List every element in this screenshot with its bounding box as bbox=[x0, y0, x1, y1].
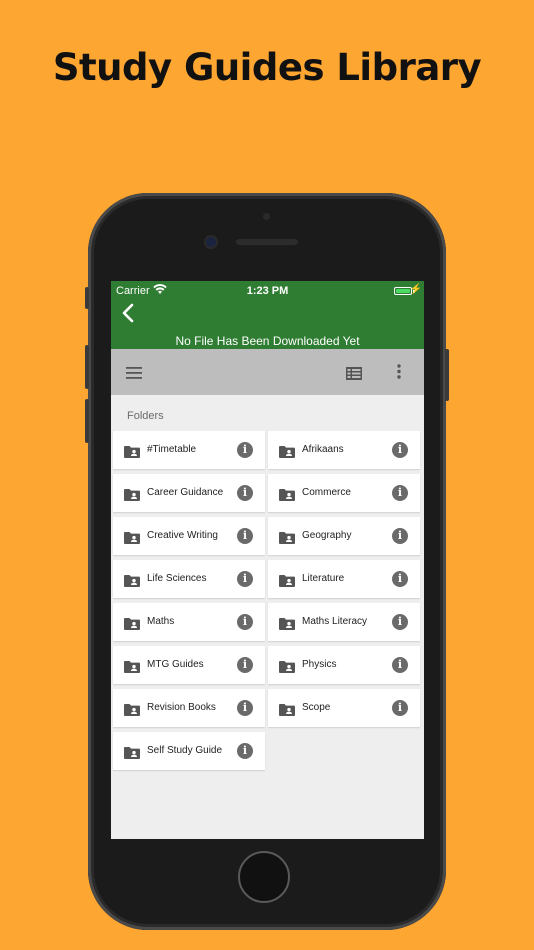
volume-up-button bbox=[85, 345, 89, 389]
chevron-left-icon bbox=[122, 303, 134, 323]
info-icon[interactable]: i bbox=[237, 442, 253, 458]
folder-name: Commerce bbox=[302, 487, 351, 498]
info-icon[interactable]: i bbox=[392, 700, 408, 716]
folder-card[interactable]: Scope i bbox=[268, 689, 420, 727]
app-bar: Carrier 1:23 PM ⚡ No File Has Been Downl… bbox=[111, 281, 424, 349]
promo-title: Study Guides Library bbox=[52, 46, 482, 89]
folder-card[interactable]: Commerce i bbox=[268, 474, 420, 512]
shared-folder-icon bbox=[279, 443, 295, 462]
folder-name: Maths bbox=[147, 616, 175, 627]
folder-card[interactable]: Geography i bbox=[268, 517, 420, 555]
info-icon[interactable]: i bbox=[237, 528, 253, 544]
folder-card[interactable]: MTG Guides i bbox=[113, 646, 265, 684]
folder-card[interactable]: Revision Books i bbox=[113, 689, 265, 727]
shared-folder-icon bbox=[124, 529, 140, 548]
front-camera bbox=[206, 237, 216, 247]
folder-name: Afrikaans bbox=[302, 444, 344, 455]
shared-folder-icon bbox=[124, 572, 140, 591]
folder-card[interactable]: Career Guidance i bbox=[113, 474, 265, 512]
power-button bbox=[445, 349, 449, 401]
menu-button[interactable] bbox=[126, 364, 142, 383]
shared-folder-icon bbox=[279, 486, 295, 505]
list-view-icon bbox=[346, 367, 362, 380]
volume-down-button bbox=[85, 399, 89, 443]
earpiece-speaker bbox=[236, 239, 298, 245]
shared-folder-icon bbox=[124, 443, 140, 462]
shared-folder-icon bbox=[124, 744, 140, 763]
more-vert-icon bbox=[397, 364, 401, 379]
info-icon[interactable]: i bbox=[237, 657, 253, 673]
folder-card[interactable]: Self Study Guide i bbox=[113, 732, 265, 770]
download-status-message: No File Has Been Downloaded Yet bbox=[175, 334, 360, 348]
folder-name: Career Guidance bbox=[147, 487, 224, 498]
folder-name: Physics bbox=[302, 659, 337, 670]
folder-name: #Timetable bbox=[147, 444, 197, 455]
shared-folder-icon bbox=[124, 615, 140, 634]
info-icon[interactable]: i bbox=[392, 442, 408, 458]
folder-name: Literature bbox=[302, 573, 345, 584]
status-bar: Carrier 1:23 PM ⚡ bbox=[111, 284, 424, 299]
shared-folder-icon bbox=[279, 658, 295, 677]
folder-name: Scope bbox=[302, 702, 331, 713]
phone-frame: Carrier 1:23 PM ⚡ No File Has Been Downl… bbox=[85, 193, 449, 930]
folder-name: Self Study Guide bbox=[147, 745, 223, 756]
folder-name: Creative Writing bbox=[147, 530, 218, 541]
folder-card[interactable]: Creative Writing i bbox=[113, 517, 265, 555]
hamburger-menu-icon bbox=[126, 367, 142, 379]
info-icon[interactable]: i bbox=[392, 485, 408, 501]
charging-icon: ⚡ bbox=[409, 284, 422, 295]
app-screen: Carrier 1:23 PM ⚡ No File Has Been Downl… bbox=[111, 281, 424, 839]
shared-folder-icon bbox=[279, 529, 295, 548]
folder-card[interactable]: Physics i bbox=[268, 646, 420, 684]
home-button[interactable] bbox=[238, 851, 290, 903]
shared-folder-icon bbox=[279, 615, 295, 634]
shared-folder-icon bbox=[124, 658, 140, 677]
info-icon[interactable]: i bbox=[392, 571, 408, 587]
folder-card[interactable]: Maths i bbox=[113, 603, 265, 641]
folder-card[interactable]: Life Sciences i bbox=[113, 560, 265, 598]
shared-folder-icon bbox=[124, 486, 140, 505]
list-view-button[interactable] bbox=[346, 365, 362, 384]
info-icon[interactable]: i bbox=[392, 614, 408, 630]
folder-card[interactable]: Maths Literacy i bbox=[268, 603, 420, 641]
info-icon[interactable]: i bbox=[392, 657, 408, 673]
folder-name: Geography bbox=[302, 530, 352, 541]
shared-folder-icon bbox=[279, 572, 295, 591]
info-icon[interactable]: i bbox=[237, 485, 253, 501]
folder-card[interactable]: Afrikaans i bbox=[268, 431, 420, 469]
info-icon[interactable]: i bbox=[237, 743, 253, 759]
folders-section-label: Folders bbox=[127, 410, 164, 422]
info-icon[interactable]: i bbox=[392, 528, 408, 544]
folder-card[interactable]: #Timetable i bbox=[113, 431, 265, 469]
shared-folder-icon bbox=[124, 701, 140, 720]
folder-name: Revision Books bbox=[147, 702, 216, 713]
proximity-sensor bbox=[263, 213, 270, 220]
status-time: 1:23 PM bbox=[246, 285, 289, 297]
folder-card[interactable]: Literature i bbox=[268, 560, 420, 598]
info-icon[interactable]: i bbox=[237, 700, 253, 716]
folder-name: Maths Literacy bbox=[302, 616, 368, 627]
folder-name: Life Sciences bbox=[147, 573, 207, 584]
info-icon[interactable]: i bbox=[237, 614, 253, 630]
folder-name: MTG Guides bbox=[147, 659, 204, 670]
shared-folder-icon bbox=[279, 701, 295, 720]
info-icon[interactable]: i bbox=[237, 571, 253, 587]
toolbar bbox=[111, 349, 424, 395]
mute-switch bbox=[85, 287, 89, 309]
back-button[interactable] bbox=[121, 303, 141, 325]
more-options-button[interactable] bbox=[397, 364, 401, 383]
